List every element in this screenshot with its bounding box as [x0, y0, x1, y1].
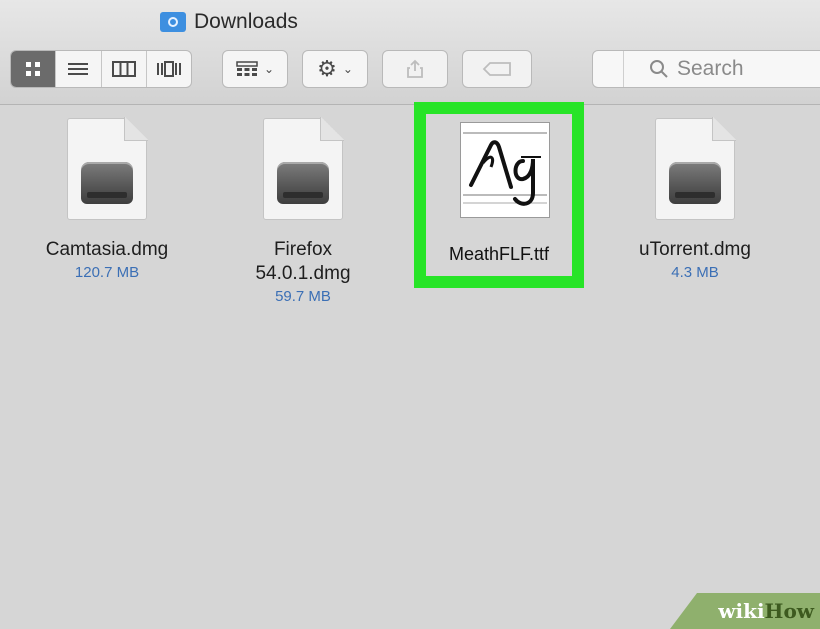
downloads-folder-icon	[160, 12, 186, 32]
file-name-line-1: Firefox	[273, 239, 333, 260]
file-item-meathflf[interactable]: MeathFLF.ttf	[414, 102, 584, 288]
cover-flow-view-button[interactable]	[147, 51, 191, 87]
disk-image-icon	[67, 117, 148, 220]
icon-grid-icon	[26, 62, 41, 76]
search-placeholder: Search	[677, 57, 744, 80]
list-lines-icon	[68, 63, 89, 75]
file-name: MeathFLF.ttf	[448, 244, 550, 264]
disk-image-icon	[263, 117, 344, 220]
window-title: Downloads	[160, 10, 298, 34]
list-view-button[interactable]	[56, 51, 102, 87]
toolbar: ⌄ ⚙ ⌄ Search	[0, 50, 820, 90]
file-size: 59.7 MB	[275, 288, 331, 305]
finder-window: Downloads ⌄ ⚙ ⌄ Search Camtasia.dmg 120.…	[0, 0, 820, 629]
column-view-button[interactable]	[102, 51, 147, 87]
window-title-text: Downloads	[194, 10, 298, 33]
file-item-camtasia[interactable]: Camtasia.dmg 120.7 MB	[22, 117, 192, 281]
font-file-icon	[460, 122, 550, 218]
file-size: 120.7 MB	[74, 264, 140, 281]
file-name: Firefox 54.0.1.dmg	[218, 238, 388, 286]
arrange-button[interactable]: ⌄	[222, 50, 288, 88]
tag-icon	[482, 62, 511, 76]
disk-image-icon	[655, 117, 736, 220]
file-name: Camtasia.dmg	[45, 239, 169, 260]
title-bar: Downloads ⌄ ⚙ ⌄ Search	[0, 0, 820, 105]
tags-button[interactable]	[462, 50, 532, 88]
file-item-utorrent[interactable]: uTorrent.dmg 4.3 MB	[610, 117, 780, 281]
file-item-firefox[interactable]: Firefox 54.0.1.dmg 59.7 MB	[218, 117, 388, 305]
cover-flow-icon	[156, 61, 181, 77]
arrange-grid-icon	[236, 61, 258, 76]
icon-view-button[interactable]	[11, 51, 57, 87]
file-name-line-2: 54.0.1.dmg	[255, 263, 351, 284]
columns-icon	[111, 61, 136, 77]
share-button[interactable]	[382, 50, 448, 88]
chevron-down-icon: ⌄	[263, 62, 275, 76]
file-grid: Camtasia.dmg 120.7 MB Firefox 54.0.1.dmg…	[0, 104, 820, 629]
action-button[interactable]: ⚙ ⌄	[302, 50, 368, 88]
font-glyph-preview	[463, 132, 547, 206]
gear-icon: ⚙	[317, 56, 337, 81]
file-name: uTorrent.dmg	[639, 239, 751, 260]
chevron-down-icon: ⌄	[342, 62, 353, 76]
file-size: 4.3 MB	[671, 264, 719, 281]
share-icon	[407, 59, 423, 78]
view-mode-segmented-control	[10, 50, 192, 88]
search-icon	[650, 60, 668, 78]
search-field-divider	[593, 51, 624, 87]
search-field[interactable]: Search	[592, 50, 820, 88]
